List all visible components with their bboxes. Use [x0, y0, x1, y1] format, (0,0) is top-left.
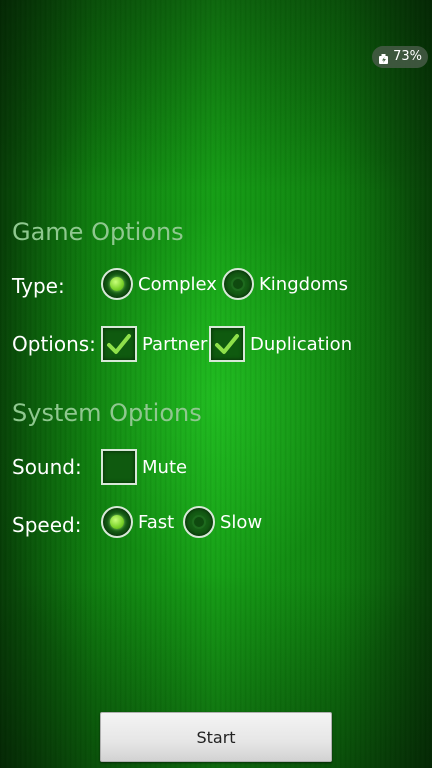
checkbox-unchecked-icon: [101, 449, 137, 485]
system-options-title: System Options: [12, 399, 202, 427]
type-kingdoms-radio[interactable]: Kingdoms: [222, 268, 348, 300]
type-complex-radio[interactable]: Complex: [101, 268, 217, 300]
checkbox-checked-icon: [101, 326, 137, 362]
type-label: Type:: [12, 274, 65, 298]
battery-percent: 73%: [393, 49, 422, 64]
game-options-title: Game Options: [12, 218, 184, 246]
duplication-label: Duplication: [250, 333, 353, 355]
start-button[interactable]: Start: [100, 712, 332, 762]
radio-unselected-icon: [222, 268, 254, 300]
radio-selected-icon: [101, 506, 133, 538]
type-kingdoms-label: Kingdoms: [259, 273, 348, 295]
speed-slow-label: Slow: [220, 511, 263, 533]
speed-fast-label: Fast: [138, 511, 175, 533]
radio-unselected-icon: [183, 506, 215, 538]
battery-charging-icon: [378, 51, 390, 64]
radio-selected-icon: [101, 268, 133, 300]
speed-fast-radio[interactable]: Fast: [101, 506, 174, 538]
options-label: Options:: [12, 332, 96, 356]
duplication-checkbox[interactable]: Duplication: [209, 326, 352, 362]
mute-label: Mute: [142, 456, 188, 478]
checkbox-checked-icon: [209, 326, 245, 362]
start-button-label: Start: [196, 727, 236, 747]
speed-slow-radio[interactable]: Slow: [183, 506, 262, 538]
partner-checkbox[interactable]: Partner: [101, 326, 207, 362]
type-complex-label: Complex: [138, 273, 217, 295]
mute-checkbox[interactable]: Mute: [101, 449, 187, 485]
speed-label: Speed:: [12, 513, 82, 537]
partner-label: Partner: [142, 333, 208, 355]
sound-label: Sound:: [12, 455, 82, 479]
battery-indicator: 73%: [372, 46, 428, 68]
